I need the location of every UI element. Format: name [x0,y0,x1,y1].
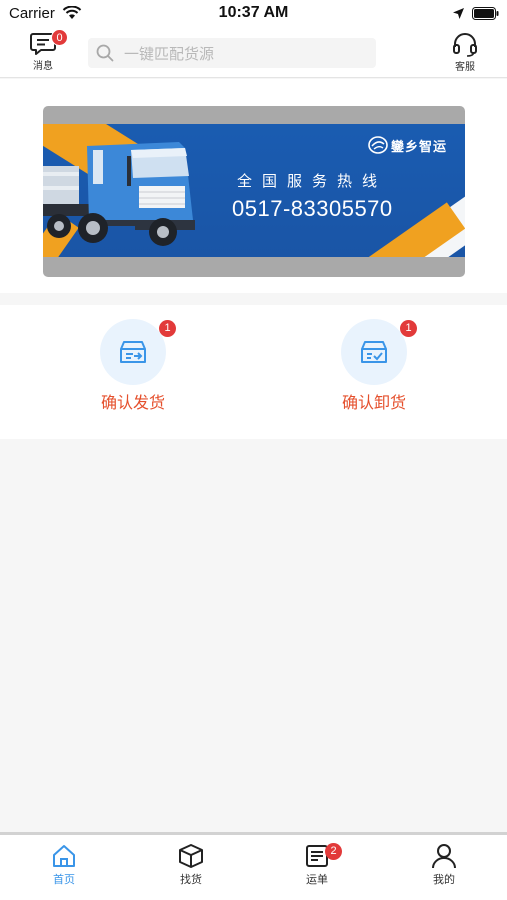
confirm-unloading-button[interactable]: 1 确认卸货 [314,319,434,413]
confirm-shipment-label: 确认发货 [100,393,165,412]
outbox-arrow-icon [120,341,146,363]
brand-name: 鑾乡智运 [391,139,448,155]
location-arrow-icon [453,8,464,19]
tab-mine-label: 我的 [433,873,455,886]
package-icon [179,844,203,868]
tab-waybill[interactable]: 运单 2 [282,843,352,887]
battery-icon [472,7,499,20]
banner-section: 鑾乡智运 全国服务热线 0517-83305570 [0,79,507,293]
tab-home-label: 首页 [53,873,75,886]
box-check-icon [361,341,387,363]
service-label: 客服 [455,62,475,73]
tab-find-goods-label: 找货 [180,873,202,886]
tab-waybill-label: 运单 [306,873,328,886]
search-input[interactable]: 一键匹配货源 [88,38,376,68]
top-header: 消息 0 一键匹配货源 客服 [0,28,507,78]
tab-home[interactable]: 首页 [29,843,99,887]
confirm-unloading-label: 确认卸货 [341,393,406,412]
search-icon [96,44,114,62]
status-time: 10:37 AM [218,4,289,21]
quick-actions: 1 确认发货 1 确认卸货 [0,305,507,439]
bottom-tab-bar: 首页 找货 运单 2 我的 [0,832,507,900]
status-bar: Carrier 10:37 AM [0,0,507,28]
search-placeholder: 一键匹配货源 [124,45,215,63]
hotline-number: 0517-83305570 [232,196,393,221]
tab-find-goods[interactable]: 找货 [156,843,226,887]
messages-label: 消息 [33,61,53,72]
messages-button[interactable]: 消息 0 [24,29,68,76]
messages-badge: 0 [51,29,68,46]
confirm-shipment-badge: 1 [159,320,176,337]
home-icon [53,845,75,867]
banner-panel: 鑾乡智运 全国服务热线 0517-83305570 [43,124,465,257]
confirm-unloading-icon-circle [341,319,407,385]
user-icon [432,844,456,869]
confirm-shipment-button[interactable]: 1 确认发货 [73,319,193,413]
tab-mine[interactable]: 我的 [409,843,479,887]
waybill-badge: 2 [325,843,342,860]
headset-icon [453,33,477,57]
brand-mark-icon [368,136,388,154]
brand-logo: 鑾乡智运 [368,135,447,155]
hotline-banner[interactable]: 鑾乡智运 全国服务热线 0517-83305570 [43,106,465,277]
truck-illustration [43,142,195,246]
hotline-label: 全国服务热线 [237,172,388,190]
confirm-shipment-icon-circle [100,319,166,385]
customer-service-button[interactable]: 客服 [446,30,484,76]
confirm-unloading-badge: 1 [400,320,417,337]
